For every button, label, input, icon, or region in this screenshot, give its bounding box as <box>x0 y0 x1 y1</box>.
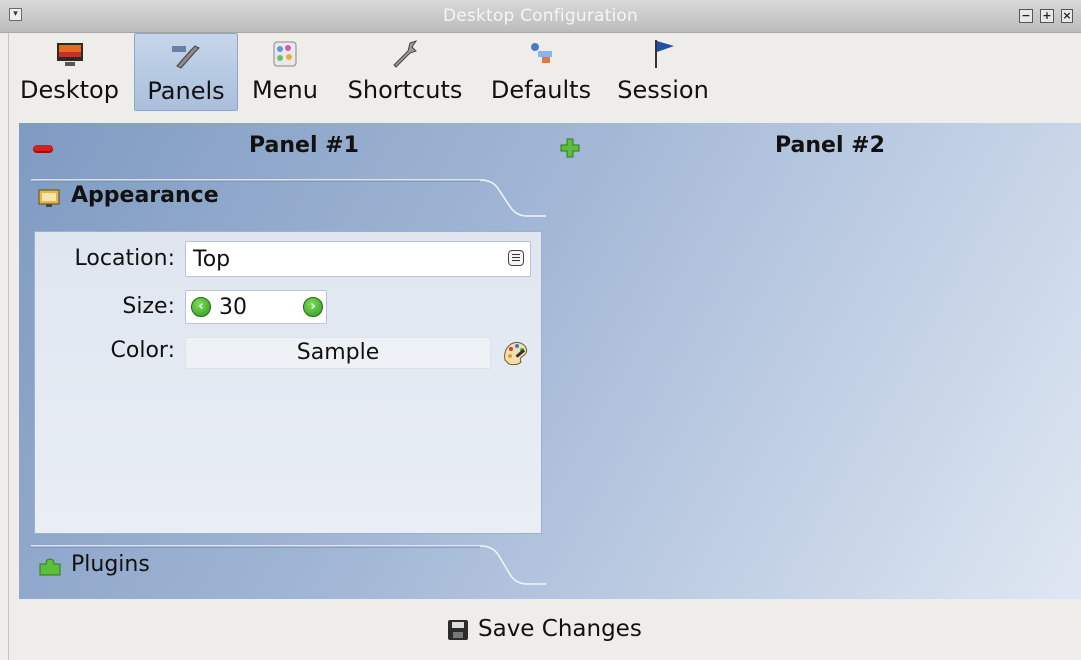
color-label: Color: <box>110 338 175 363</box>
footer-bar: Save Changes <box>0 600 1081 660</box>
tab-panels[interactable]: Panels <box>134 33 238 111</box>
decrement-icon[interactable]: ‹ <box>191 297 211 317</box>
location-select[interactable]: Top <box>185 241 531 277</box>
tab-shortcuts[interactable]: Shortcuts <box>332 33 478 111</box>
plugins-icon <box>39 558 61 576</box>
location-value: Top <box>193 247 231 272</box>
desktop-icon <box>56 43 83 66</box>
tab-panels-label: Panels <box>147 77 225 105</box>
add-icon[interactable] <box>559 137 581 159</box>
increment-icon[interactable]: › <box>303 297 323 317</box>
size-stepper[interactable]: ‹ 30 › <box>185 290 327 324</box>
color-sample[interactable]: Sample <box>185 337 491 369</box>
menu-icon <box>273 41 297 67</box>
remove-icon[interactable] <box>33 145 53 153</box>
title-bar[interactable]: ▾ Desktop Configuration − + × <box>0 0 1081 33</box>
appearance-icon <box>38 189 60 207</box>
panels-area: Panel #1 Panel #2 Appearance Location: T… <box>19 123 1081 599</box>
save-changes-button[interactable]: Save Changes <box>440 610 662 650</box>
session-flag-icon <box>655 40 674 68</box>
appearance-tab-label: Appearance <box>71 183 219 208</box>
floppy-disk-icon <box>448 620 468 640</box>
size-label: Size: <box>122 294 175 319</box>
save-changes-label: Save Changes <box>478 616 642 642</box>
panels-icon <box>172 45 200 69</box>
defaults-icon <box>531 43 552 63</box>
dropdown-icon[interactable] <box>508 250 524 266</box>
tab-desktop[interactable]: Desktop <box>12 33 127 111</box>
appearance-tab[interactable]: Appearance <box>31 178 546 218</box>
tab-menu-label: Menu <box>252 76 318 104</box>
window-title: Desktop Configuration <box>442 6 638 26</box>
plugins-tab-label: Plugins <box>71 552 150 577</box>
shortcuts-icon <box>393 40 418 68</box>
tab-session[interactable]: Session <box>610 33 716 111</box>
tab-defaults-label: Defaults <box>490 76 592 104</box>
color-picker-icon[interactable] <box>501 338 529 366</box>
tab-desktop-label: Desktop <box>20 76 119 104</box>
size-value[interactable]: 30 <box>219 295 247 320</box>
close-icon[interactable]: × <box>1061 9 1073 23</box>
panel2-title: Panel #2 <box>775 133 885 158</box>
tab-shortcuts-label: Shortcuts <box>347 76 463 104</box>
tab-menu[interactable]: Menu <box>245 33 325 111</box>
plugins-tab[interactable]: Plugins <box>31 544 546 588</box>
window-left-border <box>8 33 9 660</box>
tab-session-label: Session <box>617 76 709 104</box>
location-label: Location: <box>74 246 175 271</box>
minimize-icon[interactable]: − <box>1019 9 1033 23</box>
appearance-content: Location: Top Size: ‹ 30 › Color: Sample <box>34 231 542 534</box>
panel1-title: Panel #1 <box>249 133 359 158</box>
tab-defaults[interactable]: Defaults <box>486 33 596 111</box>
maximize-icon[interactable]: + <box>1040 9 1054 23</box>
